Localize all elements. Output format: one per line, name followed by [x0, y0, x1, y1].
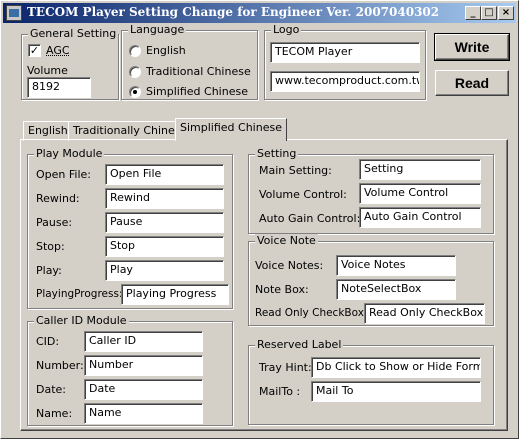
setting-label: Setting — [255, 147, 299, 160]
logo-name-input[interactable]: TECOM Player — [270, 42, 420, 63]
number-label: Number: — [36, 359, 84, 372]
volume-control-label: Volume Control: — [259, 188, 347, 201]
minimize-button[interactable]: _ — [465, 6, 481, 20]
auto-gain-control-input[interactable]: Auto Gain Control — [359, 207, 481, 228]
volume-control-input[interactable]: Volume Control — [359, 183, 481, 204]
volume-input[interactable]: 8192 — [27, 77, 91, 98]
logo-group: Logo TECOM Player www.tecomproduct.com.t… — [264, 23, 426, 100]
general-setting-group: General Setting ✓ AGC Volume 8192 — [21, 27, 119, 100]
play-module-label: Play Module — [34, 147, 105, 160]
logo-label: Logo — [271, 23, 302, 36]
read-only-checkbox-input[interactable]: Read Only CheckBox — [364, 303, 485, 324]
main-setting-input[interactable]: Setting — [359, 159, 481, 180]
pause-input[interactable]: Pause — [105, 212, 224, 233]
pause-label: Pause: — [36, 216, 73, 229]
tab-english[interactable]: English — [23, 121, 73, 141]
radio-traditional-chinese[interactable] — [129, 66, 141, 78]
number-input[interactable]: Number — [84, 355, 203, 376]
date-input[interactable]: Date — [84, 379, 203, 400]
open-file-label: Open File: — [36, 168, 91, 181]
volume-label: Volume — [27, 64, 68, 77]
language-label: Language — [128, 23, 187, 36]
radio-simplified-chinese-label: Simplified Chinese — [146, 85, 248, 98]
app-icon — [6, 5, 22, 21]
caller-id-label: Caller ID Module — [34, 314, 129, 327]
title-bar[interactable]: TECOM Player Setting Change for Engineer… — [3, 3, 516, 23]
voice-note-label: Voice Note — [255, 234, 318, 247]
tray-hint-input[interactable]: Db Click to Show or Hide Form — [311, 357, 481, 378]
caller-id-group: Caller ID Module CID: Caller ID Number: … — [27, 314, 233, 426]
read-button[interactable]: Read — [435, 70, 509, 96]
name-input[interactable]: Name — [84, 403, 203, 424]
cid-input[interactable]: Caller ID — [84, 331, 203, 352]
reserved-label-group: Reserved Label Tray Hint: Db Click to Sh… — [248, 338, 494, 425]
tray-hint-label: Tray Hint: — [259, 361, 312, 374]
note-box-input[interactable]: NoteSelectBox — [336, 279, 456, 300]
write-button[interactable]: Write — [434, 33, 510, 61]
voice-notes-input[interactable]: Voice Notes — [336, 255, 456, 276]
cid-label: CID: — [36, 335, 60, 348]
voice-notes-label: Voice Notes: — [255, 259, 324, 272]
rewind-label: Rewind: — [36, 192, 80, 205]
mailto-input[interactable]: Mail To — [311, 381, 481, 402]
main-window: TECOM Player Setting Change for Engineer… — [0, 0, 519, 439]
play-module-group: Play Module Open File: Open File Rewind:… — [27, 147, 233, 309]
note-box-label: Note Box: — [255, 283, 309, 296]
play-input[interactable]: Play — [105, 260, 224, 281]
agc-checkbox[interactable]: ✓ — [28, 44, 41, 57]
main-setting-label: Main Setting: — [259, 164, 332, 177]
general-setting-label: General Setting — [28, 27, 119, 40]
language-group: Language English Traditional Chinese Sim… — [121, 23, 258, 100]
check-icon: ✓ — [29, 44, 40, 57]
name-label: Name: — [36, 407, 73, 420]
stop-label: Stop: — [36, 240, 65, 253]
voice-note-group: Voice Note Voice Notes: Voice Notes Note… — [248, 234, 494, 326]
setting-group: Setting Main Setting: Setting Volume Con… — [248, 147, 494, 234]
logo-url-input[interactable]: www.tecomproduct.com.tw — [270, 71, 420, 92]
date-label: Date: — [36, 383, 66, 396]
open-file-input[interactable]: Open File — [105, 164, 224, 185]
playing-progress-input[interactable]: Playing Progress — [121, 284, 229, 305]
radio-english-label: English — [146, 44, 186, 57]
window-title: TECOM Player Setting Change for Engineer… — [27, 5, 440, 19]
mailto-label: MailTo : — [259, 385, 301, 398]
rewind-input[interactable]: Rewind — [105, 188, 224, 209]
tab-traditionally-chinese[interactable]: Traditionally Chinese — [68, 121, 193, 141]
radio-english[interactable] — [129, 45, 141, 57]
radio-traditional-chinese-label: Traditional Chinese — [146, 65, 251, 78]
agc-label: AGC — [46, 44, 70, 57]
reserved-label-title: Reserved Label — [255, 338, 344, 351]
play-label: Play: — [36, 264, 62, 277]
playing-progress-label: PlayingProgress: — [36, 288, 123, 300]
maximize-button[interactable]: □ — [481, 6, 497, 20]
tab-simplified-chinese[interactable]: Simplified Chinese — [175, 118, 287, 141]
close-button[interactable]: × — [498, 6, 514, 20]
read-only-checkbox-label: Read Only CheckBox: — [255, 307, 368, 319]
radio-simplified-chinese[interactable] — [129, 86, 141, 98]
stop-input[interactable]: Stop — [105, 236, 224, 257]
auto-gain-control-label: Auto Gain Control: — [259, 212, 361, 225]
